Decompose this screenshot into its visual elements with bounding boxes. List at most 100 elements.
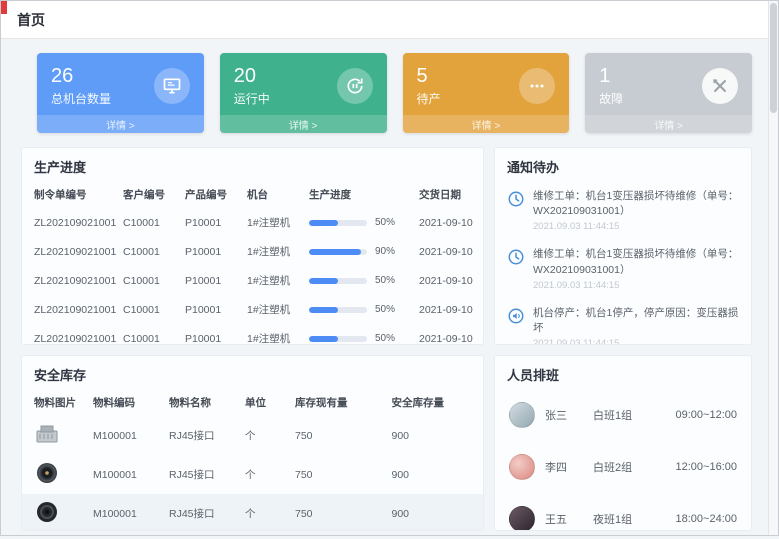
customer-no: C10001 [118, 295, 180, 324]
avatar [509, 454, 535, 480]
vertical-scrollbar[interactable] [768, 1, 778, 535]
inventory-table: 物料图片 物料编码 物料名称 单位 库存现有量 安全库存量 [22, 389, 483, 531]
panel-notices: 通知待办 维修工单：机台1变压器损坏待维修（单号：WX202109031001）… [494, 147, 752, 345]
order-no: ZL202109021001 [22, 237, 118, 266]
table-row: ZL202109021001 C10001 P10001 1#注塑机 50% 2… [22, 295, 483, 324]
delivery-date: 2021-09-10 [414, 266, 483, 295]
progress-label: 50% [375, 333, 395, 344]
stock-qty: 750 [290, 494, 387, 531]
material-code: M100001 [88, 494, 164, 531]
stat-card-body: 5 待产 [403, 53, 570, 115]
progress-bar [309, 307, 367, 313]
speaker-image [34, 500, 60, 524]
stat-label: 待产 [417, 90, 441, 107]
stat-label: 故障 [599, 90, 623, 107]
notice-text: 机台停产：机台1停产，停产原因：变压器损坏 [533, 306, 739, 336]
table-row: ZL202109021001 C10001 P10001 1#注塑机 50% 2… [22, 324, 483, 345]
staff-shift: 白班2组 [593, 459, 655, 475]
machine-monitor-icon [154, 68, 190, 104]
staff-time: 12:00~16:00 [676, 461, 737, 473]
speaker-icon [507, 307, 525, 325]
safety-qty: 900 [387, 494, 484, 531]
staff-shift: 白班1组 [593, 407, 655, 423]
clock-icon [507, 248, 525, 266]
stock-qty: 750 [290, 455, 387, 494]
scrollbar-thumb[interactable] [770, 3, 777, 113]
table-header-row: 制令单编号 客户编号 产品编号 机台 生产进度 交货日期 [22, 181, 483, 208]
customer-no: C10001 [118, 237, 180, 266]
panel-production-progress: 生产进度 制令单编号 客户编号 产品编号 机台 生产进度 交货日期 ZL2021… [21, 147, 484, 345]
breadcrumb-home-tab[interactable]: 首页 [17, 10, 45, 30]
progress-label: 50% [375, 217, 395, 228]
notice-item[interactable]: 维修工单：机台1变压器损坏待维修（单号：WX202109031001） 2021… [495, 239, 751, 297]
panel-title: 生产进度 [22, 148, 483, 181]
stat-label: 运行中 [234, 90, 270, 107]
progress-cell: 50% [304, 266, 414, 295]
customer-no: C10001 [118, 266, 180, 295]
detail-link[interactable]: 详情 > [403, 115, 570, 133]
product-no: P10001 [180, 266, 242, 295]
material-name: RJ45接口 [164, 494, 240, 531]
stat-card-fault[interactable]: 1 故障 详情 > [585, 53, 752, 133]
material-name: RJ45接口 [164, 416, 240, 455]
column-header: 制令单编号 [22, 181, 118, 208]
stat-card-running[interactable]: 20 运行中 详情 > [220, 53, 387, 133]
material-name: RJ45接口 [164, 455, 240, 494]
table-row: ZL202109021001 C10001 P10001 1#注塑机 50% 2… [22, 208, 483, 237]
stat-card-total-machines[interactable]: 26 总机台数量 详情 > [37, 53, 204, 133]
production-table: 制令单编号 客户编号 产品编号 机台 生产进度 交货日期 ZL202109021… [22, 181, 483, 345]
safety-qty: 900 [387, 416, 484, 455]
notice-item[interactable]: 机台停产：机台1停产，停产原因：变压器损坏 2021.09.03 11:44:1… [495, 298, 751, 345]
dashboard-content: 26 总机台数量 详情 > 20 运行中 详情 > [1, 39, 778, 539]
avatar [509, 402, 535, 428]
detail-link[interactable]: 详情 > [220, 115, 387, 133]
panel-staff-schedule: 人员排班 张三 白班1组 09:00~12:00 李四 白班2组 12:00~1… [494, 355, 752, 531]
material-image-cell [22, 416, 88, 455]
machine-name: 1#注塑机 [242, 324, 304, 345]
notice-time: 2021.09.03 11:44:15 [533, 221, 739, 232]
progress-bar [309, 336, 367, 342]
machine-name: 1#注塑机 [242, 208, 304, 237]
rj45-connector-image [34, 422, 60, 446]
table-row: M100001 RJ45接口 个 750 900 [22, 416, 483, 455]
stock-qty: 750 [290, 416, 387, 455]
round-connector-image [34, 461, 60, 485]
column-header: 安全库存量 [387, 389, 484, 416]
progress-bar [309, 278, 367, 284]
column-header: 交货日期 [414, 181, 483, 208]
panel-title: 通知待办 [495, 148, 751, 181]
product-no: P10001 [180, 295, 242, 324]
detail-link[interactable]: 详情 > [585, 115, 752, 133]
stat-value: 26 [51, 65, 111, 87]
material-image-cell [22, 455, 88, 494]
panels-grid: 生产进度 制令单编号 客户编号 产品编号 机台 生产进度 交货日期 ZL2021… [21, 147, 752, 531]
staff-row: 李四 白班2组 12:00~16:00 [495, 441, 751, 493]
stat-card-body: 26 总机台数量 [37, 53, 204, 115]
progress-cell: 50% [304, 295, 414, 324]
machine-name: 1#注塑机 [242, 237, 304, 266]
detail-link[interactable]: 详情 > [37, 115, 204, 133]
stat-card-waiting[interactable]: 5 待产 详情 > [403, 53, 570, 133]
progress-label: 50% [375, 275, 395, 286]
stat-value: 1 [599, 65, 623, 87]
column-header: 物料编码 [88, 389, 164, 416]
unit: 个 [240, 455, 290, 494]
stat-value: 20 [234, 65, 270, 87]
product-no: P10001 [180, 237, 242, 266]
stat-label: 总机台数量 [51, 90, 111, 107]
progress-cell: 90% [304, 237, 414, 266]
product-no: P10001 [180, 208, 242, 237]
column-header: 产品编号 [180, 181, 242, 208]
staff-shift: 夜班1组 [593, 511, 655, 527]
panel-title: 安全库存 [22, 356, 483, 389]
column-header: 物料图片 [22, 389, 88, 416]
product-no: P10001 [180, 324, 242, 345]
stat-card-body: 20 运行中 [220, 53, 387, 115]
notice-text: 维修工单：机台1变压器损坏待维修（单号：WX202109031001） [533, 247, 739, 277]
unit: 个 [240, 494, 290, 531]
unit: 个 [240, 416, 290, 455]
notice-item[interactable]: 维修工单：机台1变压器损坏待维修（单号：WX202109031001） 2021… [495, 181, 751, 239]
column-header: 生产进度 [304, 181, 414, 208]
customer-no: C10001 [118, 208, 180, 237]
material-image-cell [22, 494, 88, 531]
